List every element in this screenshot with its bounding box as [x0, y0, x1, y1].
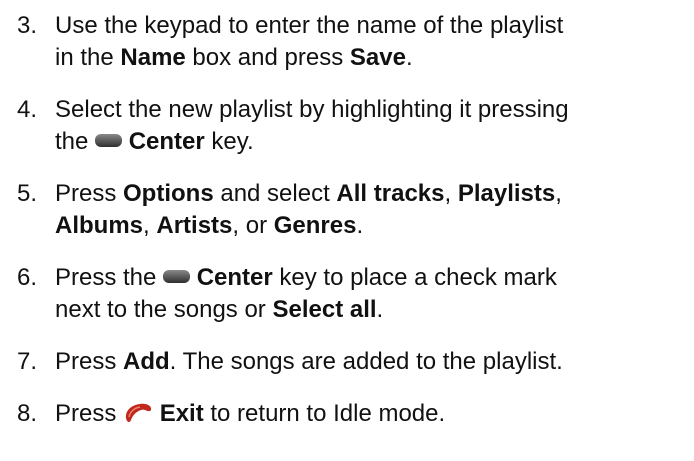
instruction-steps: 3. Use the keypad to enter the name of t…: [0, 0, 694, 461]
select-all-label: Select all: [272, 296, 377, 323]
center-key-label: Center: [196, 264, 273, 291]
step-number: 6.: [17, 264, 38, 291]
step-line: in the Name box and press Save.: [55, 42, 691, 74]
step-text: Press Options and select All tracks, Pla…: [55, 178, 691, 242]
step-text: Use the keypad to enter the name of the …: [55, 10, 691, 74]
step-text-run: .: [376, 296, 384, 323]
albums-label: Albums: [55, 212, 144, 239]
step-number: 8.: [17, 400, 38, 427]
step-text: Select the new playlist by highlighting …: [55, 94, 691, 158]
step-number: 4.: [17, 96, 38, 123]
all-tracks-label: All tracks: [336, 180, 445, 207]
step-text: Press Exit to return to Idle mode.: [55, 398, 691, 430]
step-line: Press Add. The songs are added to the pl…: [55, 346, 691, 378]
step-text-run: .: [405, 44, 413, 71]
step-text-run: ,: [143, 212, 157, 239]
step-text: Press the Center key to place a check ma…: [55, 262, 691, 326]
step-text-run: next to the songs or: [55, 296, 273, 323]
genres-label: Genres: [273, 212, 357, 239]
step-line: Use the keypad to enter the name of the …: [55, 10, 691, 42]
center-key-icon: [95, 134, 123, 148]
add-label: Add: [123, 348, 170, 375]
options-label: Options: [123, 180, 214, 207]
step-text: Press Add. The songs are added to the pl…: [55, 346, 691, 378]
step-number: 3.: [17, 12, 38, 39]
step-text-run: Press the: [55, 264, 164, 291]
step-text-run: Press: [55, 180, 124, 207]
step-line: Press Exit to return to Idle mode.: [55, 398, 691, 430]
step-text-run: . The songs are added to the playlist.: [169, 348, 563, 375]
step-text-run: in the: [55, 44, 121, 71]
step-line: next to the songs or Select all.: [55, 294, 691, 326]
step-number: 7.: [17, 348, 38, 375]
step-line: Albums, Artists, or Genres.: [55, 210, 691, 242]
step-text-run: .: [356, 212, 364, 239]
step-text-run: Press: [55, 400, 124, 427]
step-text-run: Press: [55, 348, 124, 375]
step-line: Press Options and select All tracks, Pla…: [55, 178, 691, 210]
name-box-label: Name: [120, 44, 186, 71]
step-line: Press the Center key to place a check ma…: [55, 262, 691, 294]
step-text-run: the: [55, 128, 96, 155]
step-text-run: box and press: [185, 44, 350, 71]
step-text-run: , or: [232, 212, 274, 239]
step-text-run: and select: [213, 180, 337, 207]
center-key-icon: [163, 270, 191, 284]
step-line: the Center key.: [55, 126, 691, 158]
step-text-run: ,: [555, 180, 562, 207]
step-line: Select the new playlist by highlighting …: [55, 94, 691, 126]
artists-label: Artists: [156, 212, 233, 239]
step-number: 5.: [17, 180, 38, 207]
exit-label: Exit: [159, 400, 204, 427]
playlists-label: Playlists: [457, 180, 556, 207]
save-label: Save: [349, 44, 406, 71]
step-text-run: key.: [204, 128, 254, 155]
step-text-run: ,: [444, 180, 458, 207]
step-text-run: Use the keypad to enter the name of the …: [55, 12, 564, 39]
step-text-run: key to place a check mark: [272, 264, 557, 291]
step-text-run: to return to Idle mode.: [203, 400, 446, 427]
center-key-label: Center: [128, 128, 205, 155]
step-text-run: Select the new playlist by highlighting …: [55, 96, 569, 123]
end-key-icon: [123, 401, 153, 423]
